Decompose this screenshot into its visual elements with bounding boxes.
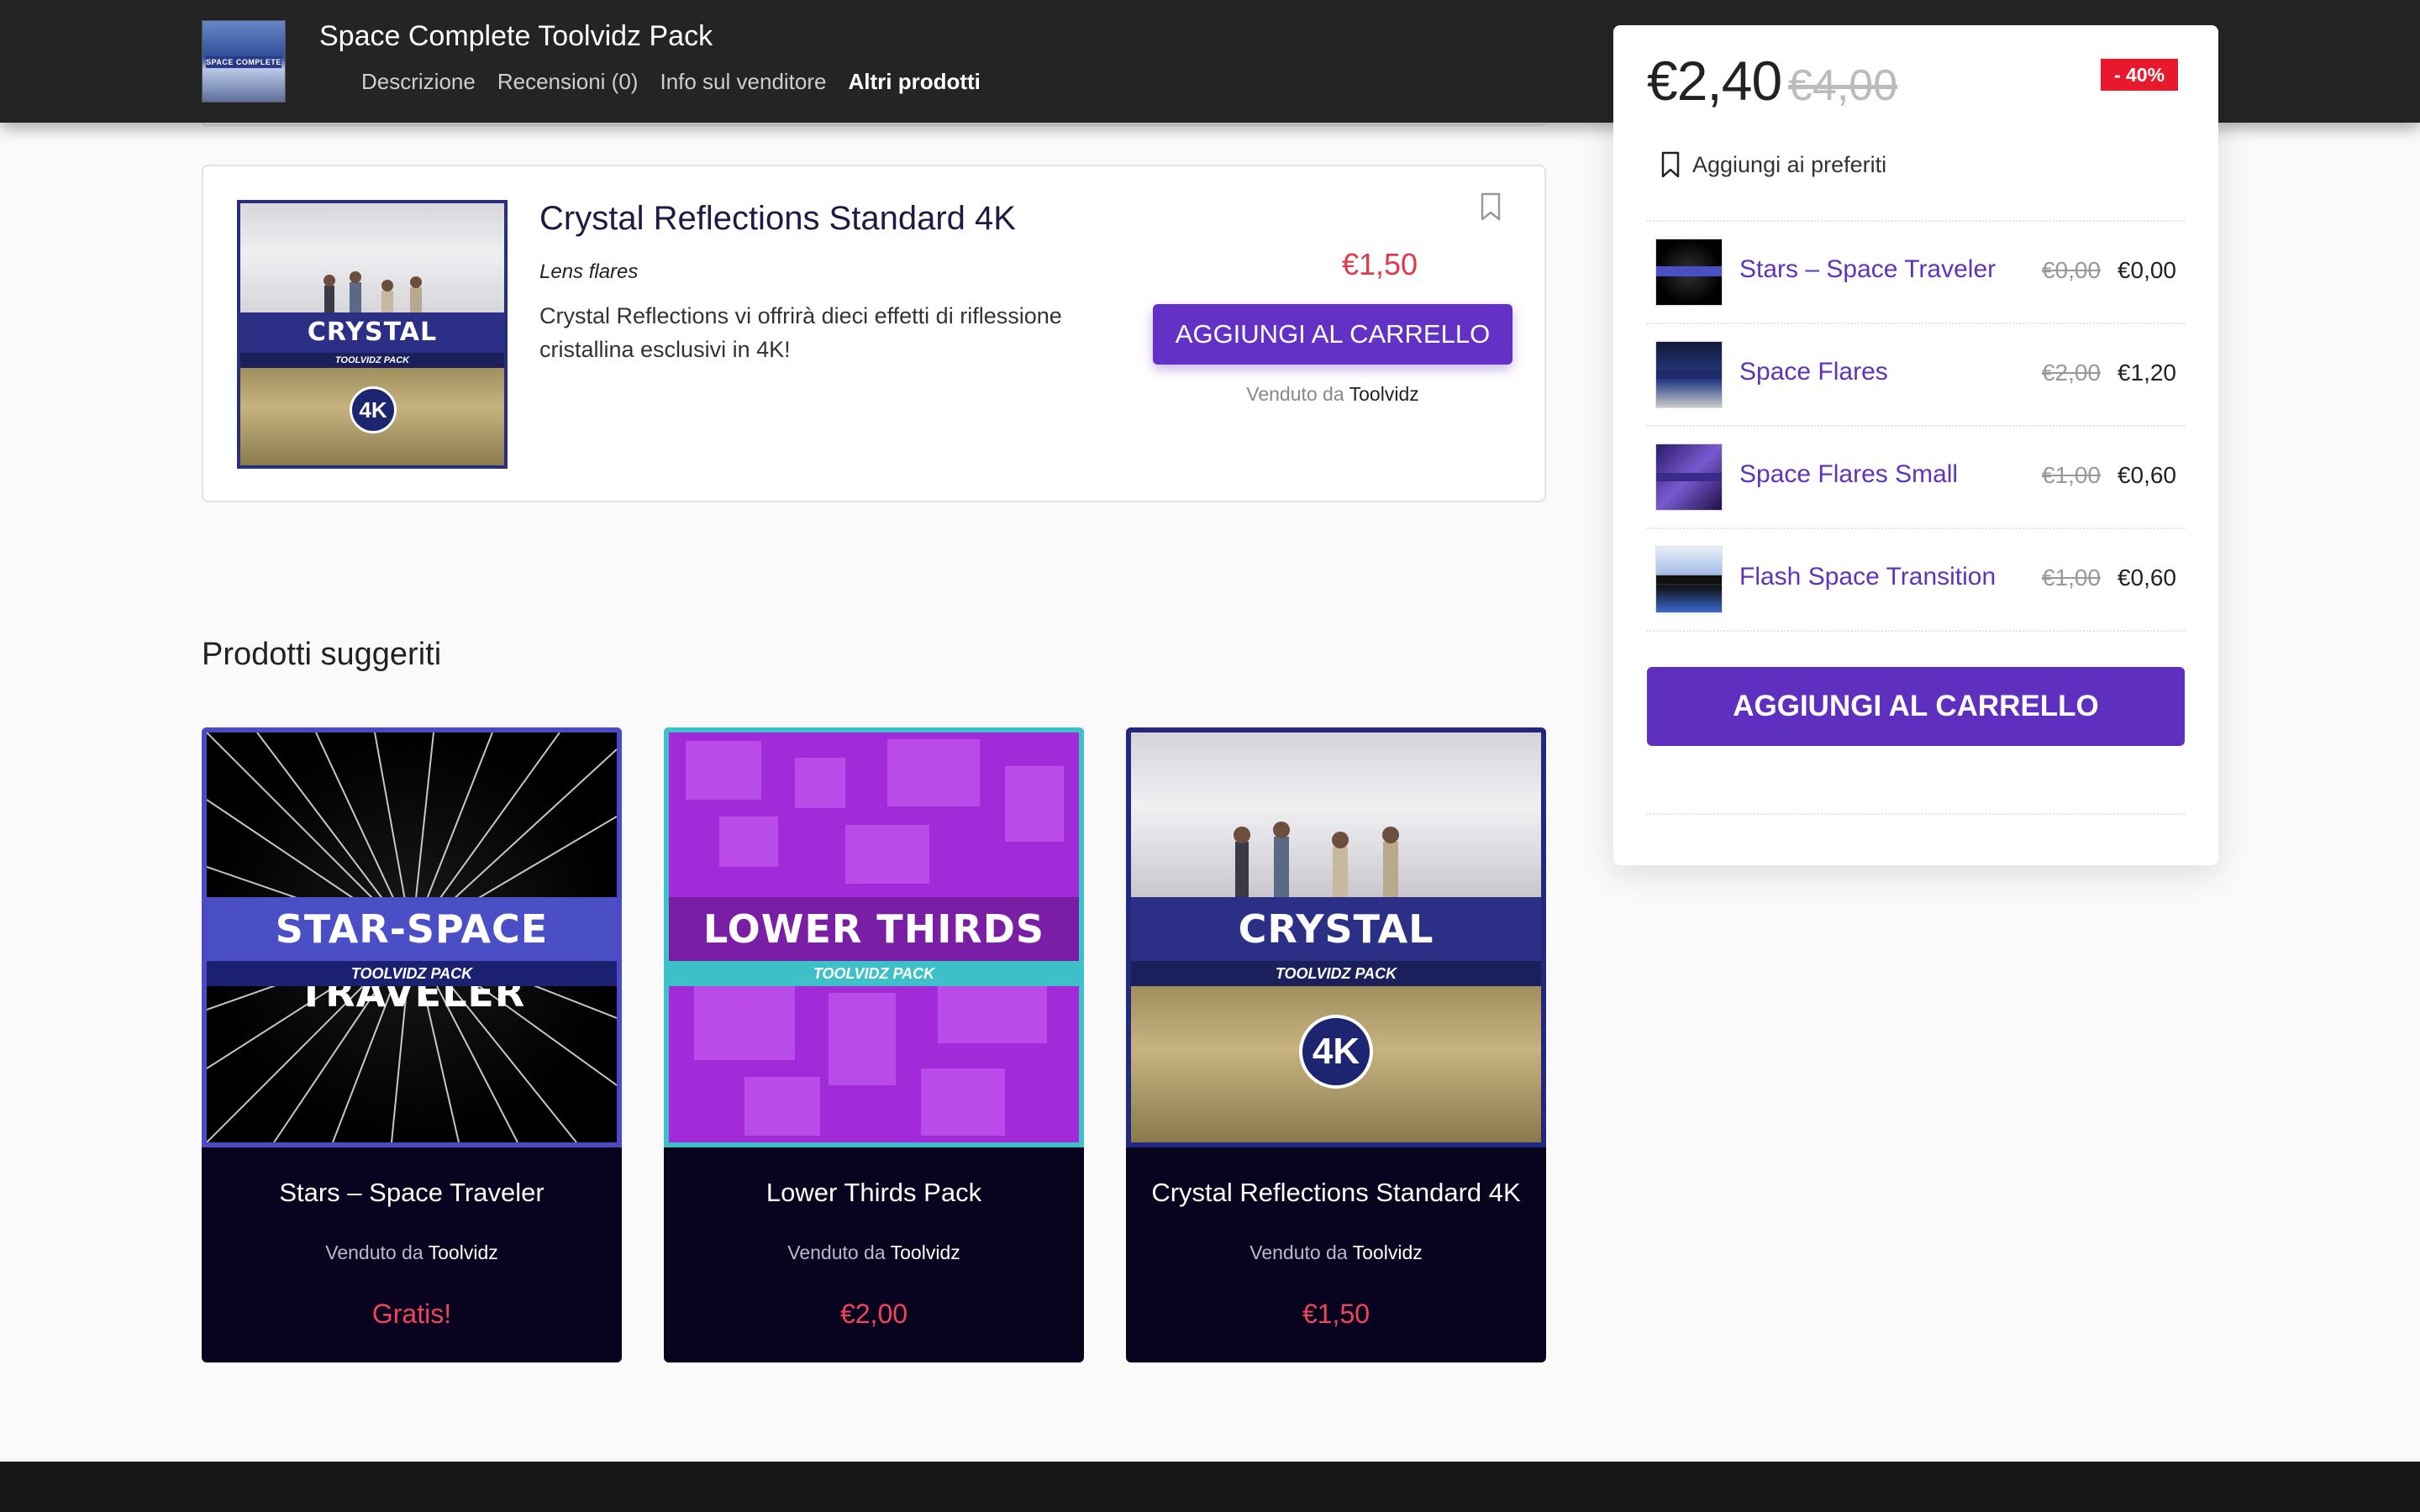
tab-altri-prodotti[interactable]: Altri prodotti bbox=[848, 69, 980, 95]
related-thumbnail[interactable] bbox=[1655, 444, 1723, 511]
related-thumbnail[interactable] bbox=[1655, 239, 1723, 306]
related-new-price: €0,00 bbox=[2117, 257, 2176, 283]
related-product-name[interactable]: Flash Space Transition bbox=[1739, 563, 1996, 591]
tab-info-venditore[interactable]: Info sul venditore bbox=[660, 69, 826, 95]
4k-badge: 4K bbox=[350, 386, 397, 433]
related-new-price: €1,20 bbox=[2117, 360, 2176, 386]
related-new-price: €0,60 bbox=[2117, 462, 2176, 488]
seller-link[interactable]: Toolvidz bbox=[429, 1242, 498, 1263]
sold-by: Venduto da Toolvidz bbox=[202, 1242, 622, 1264]
bookmark-icon bbox=[1661, 151, 1680, 178]
add-bundle-to-cart-button[interactable]: AGGIUNGI AL CARRELLO bbox=[1647, 667, 2185, 746]
related-product-row[interactable]: Space Flares €2,00 €1,20 bbox=[1647, 324, 2185, 425]
purchase-sidebar: €2,40 €4,00 - 40% Aggiungi ai preferiti … bbox=[1613, 25, 2218, 865]
related-old-price: €1,00 bbox=[2041, 564, 2101, 591]
related-product-name[interactable]: Space Flares Small bbox=[1739, 460, 1958, 489]
related-product-name[interactable]: Space Flares bbox=[1739, 358, 1888, 386]
image-title-band: STAR-SPACE TRAVELER bbox=[207, 897, 617, 1016]
original-price: €4,00 bbox=[1788, 61, 1898, 110]
suggested-products-title: Prodotti suggeriti bbox=[202, 637, 442, 672]
sold-by-label: Venduto da bbox=[325, 1242, 424, 1263]
suggested-product-card[interactable]: STAR-SPACE TRAVELER TOOLVIDZ PACK Stars … bbox=[202, 727, 622, 1362]
discount-badge: - 40% bbox=[2101, 59, 2178, 91]
sold-by: Venduto da Toolvidz bbox=[1153, 383, 1512, 406]
people-silhouette-icon bbox=[1234, 822, 1399, 900]
divider bbox=[1647, 630, 2185, 632]
page-footer bbox=[0, 1462, 2420, 1512]
product-image[interactable]: LOWER THIRDS TOOLVIDZ PACK bbox=[664, 727, 1084, 1147]
product-thumbnail[interactable]: SPACE COMPLETE bbox=[202, 20, 286, 102]
related-product-row[interactable]: Flash Space Transition €1,00 €0,60 bbox=[1647, 529, 2185, 630]
image-subtitle: TOOLVIDZ PACK bbox=[669, 961, 1079, 986]
product-price: €1,50 bbox=[1341, 247, 1418, 281]
image-title-band: CRYSTAL REFLECTIONS bbox=[1131, 897, 1541, 1016]
image-subtitle: TOOLVIDZ PACK bbox=[207, 961, 617, 986]
image-title-band: LOWER THIRDS bbox=[669, 897, 1079, 961]
sold-by-label: Venduto da bbox=[1246, 383, 1344, 405]
header-product-title: Space Complete Toolvidz Pack bbox=[319, 20, 713, 52]
product-price: €2,00 bbox=[839, 1299, 908, 1329]
product-price: €1,50 bbox=[1302, 1299, 1370, 1329]
sold-by: Venduto da Toolvidz bbox=[1126, 1242, 1546, 1264]
current-price: €2,40 bbox=[1647, 50, 1782, 112]
sold-by-label: Venduto da bbox=[787, 1242, 886, 1263]
divider bbox=[1647, 813, 2185, 815]
product-list-card: CRYSTAL REFLECTIONS TOOLVIDZ PACK 4K Cry… bbox=[202, 165, 1546, 502]
related-product-row[interactable]: Space Flares Small €1,00 €0,60 bbox=[1647, 427, 2185, 528]
product-image[interactable]: CRYSTAL REFLECTIONS TOOLVIDZ PACK 4K bbox=[237, 200, 508, 469]
4k-badge: 4K bbox=[1299, 1015, 1373, 1089]
related-thumbnail[interactable] bbox=[1655, 546, 1723, 613]
related-old-price: €2,00 bbox=[2041, 360, 2101, 386]
related-old-price: €1,00 bbox=[2041, 462, 2101, 488]
bookmark-icon[interactable] bbox=[1479, 192, 1502, 222]
suggested-product-card[interactable]: LOWER THIRDS TOOLVIDZ PACK Lower Thirds … bbox=[664, 727, 1084, 1362]
product-title[interactable]: Crystal Reflections Standard 4K bbox=[539, 200, 1016, 238]
related-product-name[interactable]: Stars – Space Traveler bbox=[1739, 255, 1996, 284]
image-subtitle: TOOLVIDZ PACK bbox=[1131, 961, 1541, 986]
favorites-label: Aggiungi ai preferiti bbox=[1692, 151, 1887, 177]
add-to-cart-button[interactable]: AGGIUNGI AL CARRELLO bbox=[1153, 304, 1512, 365]
add-to-favorites[interactable]: Aggiungi ai preferiti bbox=[1660, 151, 1886, 178]
product-category[interactable]: Lens flares bbox=[539, 260, 638, 284]
related-new-price: €0,60 bbox=[2117, 564, 2176, 591]
product-image[interactable]: STAR-SPACE TRAVELER TOOLVIDZ PACK bbox=[202, 727, 622, 1147]
sold-by-label: Venduto da bbox=[1249, 1242, 1348, 1263]
image-subtitle: TOOLVIDZ PACK bbox=[240, 353, 504, 368]
seller-link[interactable]: Toolvidz bbox=[1353, 1242, 1423, 1263]
product-name[interactable]: Stars – Space Traveler bbox=[202, 1178, 622, 1208]
seller-link[interactable]: Toolvidz bbox=[1349, 383, 1419, 405]
related-product-row[interactable]: Stars – Space Traveler €0,00 €0,00 bbox=[1647, 222, 2185, 323]
product-description: Crystal Reflections vi offrirà dieci eff… bbox=[539, 303, 1062, 362]
seller-link[interactable]: Toolvidz bbox=[891, 1242, 960, 1263]
tab-descrizione[interactable]: Descrizione bbox=[361, 69, 476, 95]
product-name[interactable]: Lower Thirds Pack bbox=[664, 1178, 1084, 1208]
suggested-product-card[interactable]: CRYSTAL REFLECTIONS TOOLVIDZ PACK 4K Cry… bbox=[1126, 727, 1546, 1362]
thumbnail-label: SPACE COMPLETE bbox=[206, 56, 281, 68]
related-thumbnail[interactable] bbox=[1655, 341, 1723, 408]
tab-recensioni[interactable]: Recensioni (0) bbox=[497, 69, 639, 95]
product-price: Gratis! bbox=[371, 1299, 452, 1329]
product-tabs-nav: Descrizione Recensioni (0) Info sul vend… bbox=[361, 69, 981, 95]
image-title-band: CRYSTAL REFLECTIONS bbox=[240, 312, 504, 387]
product-image[interactable]: CRYSTAL REFLECTIONS TOOLVIDZ PACK 4K bbox=[1126, 727, 1546, 1147]
related-old-price: €0,00 bbox=[2041, 257, 2101, 283]
sold-by: Venduto da Toolvidz bbox=[664, 1242, 1084, 1264]
product-name[interactable]: Crystal Reflections Standard 4K bbox=[1126, 1178, 1546, 1208]
